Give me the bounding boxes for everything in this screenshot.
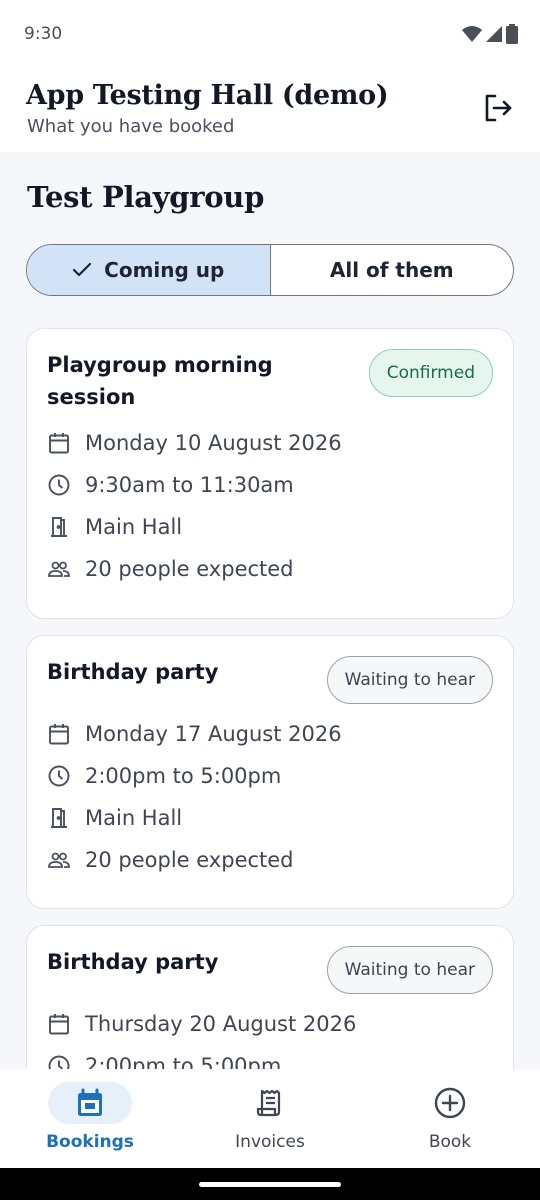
booking-time: 2:00pm to 5:00pm	[47, 764, 281, 788]
clock-icon	[48, 474, 70, 496]
booking-time-text: 2:00pm to 5:00pm	[85, 764, 282, 788]
status-badge: Waiting to hear	[326, 946, 493, 994]
page-subtitle: What you have booked	[27, 116, 235, 137]
booking-date-text: Monday 10 August 2026	[85, 431, 342, 455]
nav-invoices-label: Invoices	[235, 1132, 305, 1152]
filter-coming-up-label: Coming up	[104, 258, 225, 282]
booking-card[interactable]: Playgroup morning session Confirmed Mond…	[26, 328, 514, 619]
booking-people-text: 20 people expected	[85, 848, 294, 872]
booking-time-text: 9:30am to 11:30am	[85, 473, 294, 497]
nav-bookings[interactable]: Bookings	[0, 1069, 180, 1168]
check-icon	[73, 262, 92, 277]
system-gesture-bar	[0, 1168, 540, 1200]
calendar-icon	[78, 1088, 102, 1116]
clock-icon	[48, 1055, 70, 1069]
status-badge: Waiting to hear	[326, 656, 493, 704]
venue-title: App Testing Hall (demo)	[26, 80, 389, 111]
booking-date: Monday 10 August 2026	[47, 431, 342, 455]
booking-room-text: Main Hall	[85, 806, 183, 830]
people-icon	[48, 852, 70, 868]
booking-time-text: 2:00pm to 5:00pm	[85, 1054, 282, 1069]
logout-icon	[485, 94, 512, 122]
nav-invoices[interactable]: Invoices	[180, 1069, 360, 1168]
home-gesture-handle[interactable]	[199, 1182, 341, 1187]
booking-title: Birthday party	[47, 660, 219, 684]
nav-bookings-label: Bookings	[46, 1132, 134, 1152]
nav-book[interactable]: Book	[360, 1069, 540, 1168]
booking-date: Thursday 20 August 2026	[47, 1012, 356, 1036]
status-badge: Confirmed	[368, 349, 493, 397]
status-time: 9:30	[24, 24, 63, 44]
app-header: App Testing Hall (demo) What you have bo…	[0, 68, 540, 152]
calendar-icon	[49, 724, 69, 745]
booking-date: Monday 17 August 2026	[47, 722, 342, 746]
booking-date-text: Thursday 20 August 2026	[85, 1012, 357, 1036]
booking-people-text: 20 people expected	[85, 557, 294, 581]
booking-time: 2:00pm to 5:00pm	[47, 1054, 281, 1069]
status-icons	[462, 24, 518, 44]
nav-invoices-indicator	[228, 1082, 312, 1124]
booking-people: 20 people expected	[47, 848, 294, 872]
booking-card[interactable]: Birthday party Waiting to hear Monday 17…	[26, 635, 514, 909]
people-icon	[48, 561, 70, 577]
booking-card[interactable]: Birthday party Waiting to hear Thursday …	[26, 925, 514, 1069]
battery-icon	[506, 24, 518, 44]
nav-bookings-indicator	[48, 1082, 132, 1124]
calendar-icon	[49, 1014, 69, 1035]
receipt-icon	[256, 1089, 281, 1117]
plus-circle-icon	[434, 1087, 466, 1119]
filter-segmented-control: Coming up All of them	[26, 244, 514, 296]
booking-title: Playgroup morning session	[47, 353, 273, 409]
filter-all-label: All of them	[329, 258, 454, 282]
nav-book-indicator	[408, 1082, 492, 1124]
door-icon	[51, 808, 67, 828]
bottom-navigation: Bookings Invoices Book	[0, 1069, 540, 1168]
calendar-icon	[49, 433, 69, 454]
logout-button[interactable]	[482, 92, 514, 124]
booking-room-text: Main Hall	[85, 515, 183, 539]
group-title: Test Playgroup	[27, 180, 265, 214]
filter-coming-up[interactable]: Coming up	[27, 245, 271, 295]
booking-room: Main Hall	[47, 515, 182, 539]
nav-book-label: Book	[428, 1132, 472, 1152]
bookings-content[interactable]: Test Playgroup Coming up All of them Pla…	[0, 152, 540, 1069]
status-bar: 9:30	[0, 0, 540, 68]
door-icon	[51, 517, 67, 537]
signal-icon	[486, 26, 502, 42]
booking-date-text: Monday 17 August 2026	[85, 722, 342, 746]
booking-people: 20 people expected	[47, 557, 294, 581]
clock-icon	[48, 765, 70, 787]
wifi-icon	[462, 26, 482, 42]
booking-room: Main Hall	[47, 806, 182, 830]
booking-time: 9:30am to 11:30am	[47, 473, 294, 497]
filter-all[interactable]: All of them	[271, 245, 514, 295]
booking-title: Birthday party	[47, 950, 219, 974]
